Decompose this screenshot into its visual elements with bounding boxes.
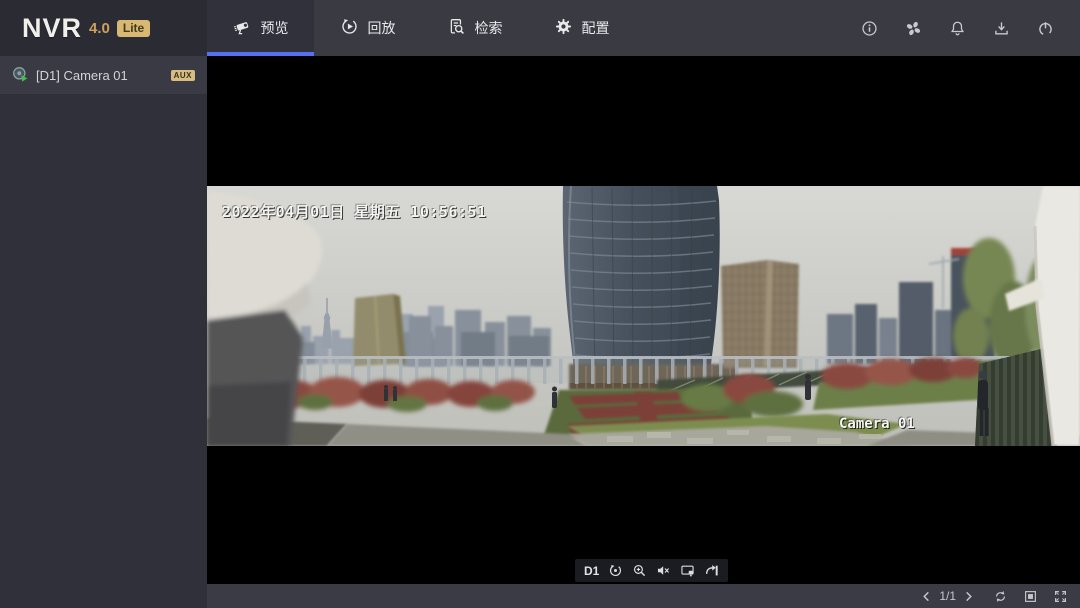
view-controls — [994, 590, 1080, 603]
chevron-right-icon[interactable] — [963, 591, 974, 602]
camera-list-item-d1[interactable]: [D1] Camera 01 AUX — [0, 56, 207, 94]
osd-timestamp: 2022年04月01日 星期五 10:56:51 — [222, 201, 487, 222]
tab-search-label: 检索 — [475, 18, 503, 38]
tab-config-label: 配置 — [582, 18, 610, 38]
camera-label: [D1] Camera 01 — [36, 68, 128, 83]
fullscreen-icon[interactable] — [1054, 590, 1067, 603]
tab-preview-label: 预览 — [261, 18, 289, 38]
app-logo: NVR 4.0 Lite — [0, 0, 207, 56]
brand-version: 4.0 — [89, 20, 110, 37]
tab-playback[interactable]: 回放 — [314, 0, 421, 56]
channel-label: D1 — [584, 564, 599, 578]
camera-list-panel: [D1] Camera 01 AUX — [0, 56, 207, 608]
video-toolbar: D1 — [575, 559, 728, 582]
instant-playback-icon[interactable] — [608, 563, 623, 578]
alarm-bell-icon[interactable] — [949, 20, 966, 37]
nav-tabs: 预览 回放 检索 — [207, 0, 635, 56]
refresh-icon[interactable] — [994, 590, 1007, 603]
info-icon[interactable] — [861, 20, 878, 37]
brand-name: NVR — [22, 13, 82, 44]
apps-icon[interactable] — [905, 20, 922, 37]
playback-icon — [340, 17, 359, 39]
capture-icon[interactable] — [680, 563, 695, 578]
tab-playback-label: 回放 — [368, 18, 396, 38]
chevron-left-icon[interactable] — [921, 591, 932, 602]
page-indicator: 1/1 — [939, 589, 956, 603]
header-actions — [861, 0, 1080, 56]
stream-switch-icon[interactable] — [704, 563, 719, 578]
brand-edition-badge: Lite — [117, 20, 150, 37]
digital-zoom-icon[interactable] — [632, 563, 647, 578]
osd-camera-name: Camera 01 — [839, 416, 915, 432]
page-navigator: 1/1 — [921, 589, 974, 603]
single-layout-icon[interactable] — [1024, 590, 1037, 603]
tab-preview[interactable]: 预览 — [207, 0, 314, 56]
download-icon[interactable] — [993, 20, 1010, 37]
camera-channel-icon — [12, 66, 28, 85]
video-frame — [207, 186, 1080, 446]
power-icon[interactable] — [1037, 20, 1054, 37]
settings-gear-icon — [554, 17, 573, 39]
camera-aux-badge: AUX — [171, 70, 195, 81]
top-bar: NVR 4.0 Lite 预览 — [0, 0, 1080, 56]
preview-camera-icon — [233, 17, 252, 39]
search-icon — [447, 17, 466, 39]
bottom-control-bar: 1/1 — [207, 584, 1080, 608]
audio-muted-icon[interactable] — [656, 563, 671, 578]
tab-config[interactable]: 配置 — [528, 0, 635, 56]
video-tile[interactable]: 2022年04月01日 星期五 10:56:51 Camera 01 D1 — [207, 56, 1080, 584]
tab-search[interactable]: 检索 — [421, 0, 528, 56]
